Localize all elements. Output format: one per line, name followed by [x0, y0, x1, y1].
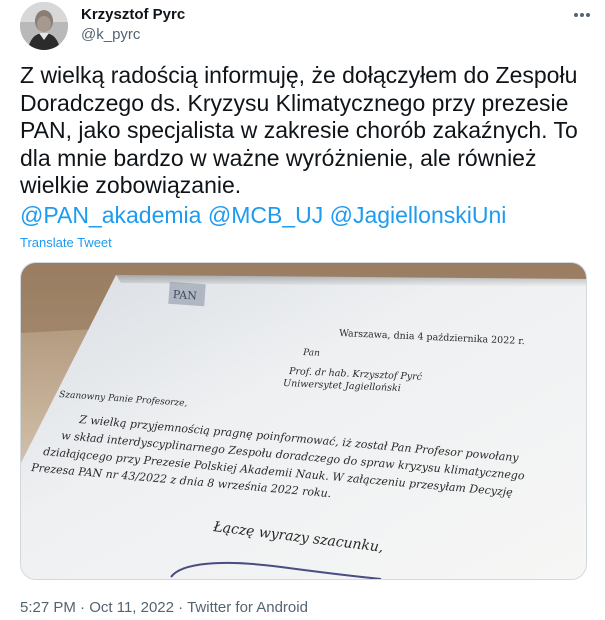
meta-separator: · — [75, 599, 90, 616]
tweet-time[interactable]: 5:27 PM — [20, 599, 76, 616]
letter-photo: PAN Warszawa, dnia 4 października 2022 r… — [21, 263, 586, 579]
author-name[interactable]: Krzysztof Pyrc — [81, 6, 185, 23]
tweet-source[interactable]: Twitter for Android — [187, 599, 308, 616]
translate-tweet-link[interactable]: Translate Tweet — [20, 235, 112, 250]
mention-link[interactable]: @PAN_akademia — [20, 202, 201, 228]
tweet-meta: 5:27 PM · Oct 11, 2022 · Twitter for And… — [20, 599, 308, 616]
tweet-header: Krzysztof Pyrc @k_pyrc — [20, 2, 595, 50]
tweet-mentions: @PAN_akademia @MCB_UJ @JagiellonskiUni — [20, 202, 506, 230]
avatar[interactable] — [20, 2, 68, 50]
mention-link[interactable]: @MCB_UJ — [208, 202, 323, 228]
svg-text:PAN: PAN — [172, 288, 197, 303]
tweet-photo[interactable]: PAN Warszawa, dnia 4 października 2022 r… — [20, 262, 587, 580]
avatar-photo-icon — [20, 2, 68, 50]
pan-logo-icon: PAN — [168, 281, 206, 307]
more-options-icon[interactable] — [571, 4, 593, 26]
tweet-text: Z wielką radością informuję, że dołączył… — [20, 62, 578, 198]
meta-separator: · — [174, 599, 188, 616]
mention-link[interactable]: @JagiellonskiUni — [330, 202, 507, 228]
letter-recipient-title: Pan — [302, 348, 320, 359]
tweet-date[interactable]: Oct 11, 2022 — [89, 599, 174, 616]
author-handle[interactable]: @k_pyrc — [81, 26, 140, 43]
